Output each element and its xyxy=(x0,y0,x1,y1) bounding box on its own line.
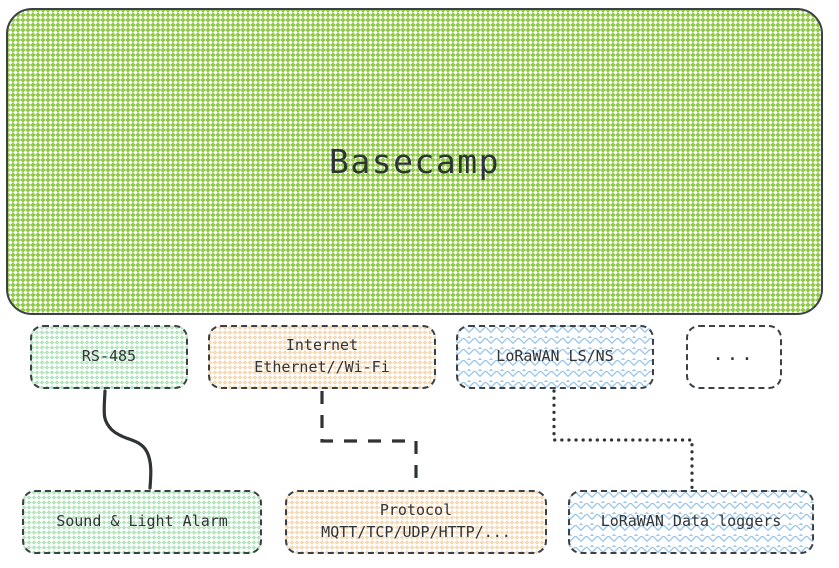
node-protocol-label: Protocol xyxy=(379,501,453,520)
connector-lorawan-to-loggers xyxy=(552,389,694,490)
node-lorawan-data-loggers[interactable]: LoRaWAN Data loggers xyxy=(568,490,814,554)
node-lorawan-data-loggers-label: LoRaWAN Data loggers xyxy=(600,512,782,531)
node-rs485[interactable]: RS-485 xyxy=(30,325,188,389)
node-internet[interactable]: Internet Ethernet//Wi-Fi xyxy=(208,325,436,389)
node-protocol[interactable]: Protocol MQTT/TCP/UDP/HTTP/... xyxy=(285,490,547,554)
node-lorawan-ls-ns[interactable]: LoRaWAN LS/NS xyxy=(456,325,654,389)
node-protocol-sublabel: MQTT/TCP/UDP/HTTP/... xyxy=(321,523,511,541)
node-sound-light-alarm[interactable]: Sound & Light Alarm xyxy=(22,490,262,554)
node-lorawan-ls-ns-label: LoRaWAN LS/NS xyxy=(496,347,614,366)
node-internet-label: Internet xyxy=(285,336,359,355)
connector-rs485-to-alarm xyxy=(102,389,153,490)
node-more-label: ... xyxy=(712,342,756,365)
basecamp-label: Basecamp xyxy=(329,141,500,181)
basecamp-container[interactable]: Basecamp xyxy=(6,8,823,315)
node-sound-light-alarm-label: Sound & Light Alarm xyxy=(56,512,228,531)
node-internet-sublabel: Ethernet//Wi-Fi xyxy=(254,358,390,376)
node-more-placeholder[interactable]: ... xyxy=(686,325,782,389)
diagram-canvas: Basecamp RS-485 Internet Ethernet//Wi-Fi… xyxy=(0,0,839,568)
connector-internet-to-protocol xyxy=(320,391,418,488)
node-rs485-label: RS-485 xyxy=(81,347,137,366)
